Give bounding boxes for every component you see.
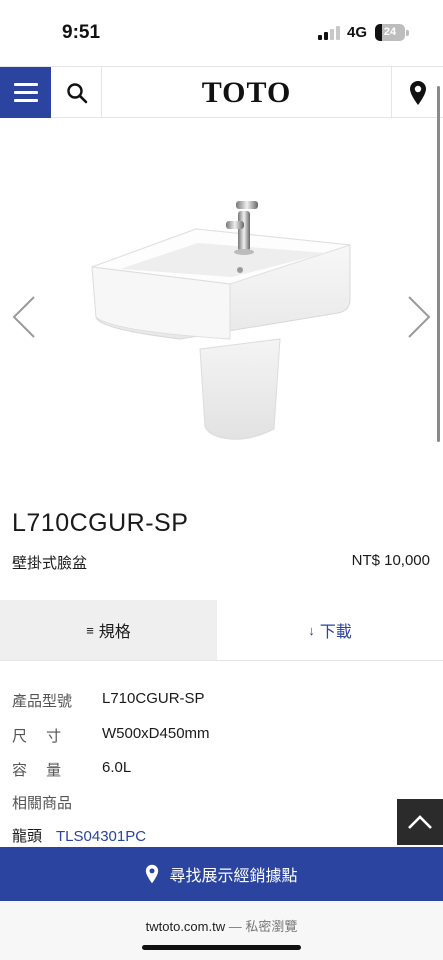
location-pin-icon <box>145 864 159 884</box>
site-header: TOTO <box>0 66 443 118</box>
menu-icon <box>13 83 38 86</box>
tab-specifications-label: 規格 <box>98 624 131 641</box>
spec-key: 產品型號 <box>12 693 73 710</box>
toto-logo[interactable]: TOTO <box>102 67 391 118</box>
search-icon <box>66 82 87 103</box>
spec-value: 6.0L <box>102 759 132 776</box>
product-image <box>80 199 360 449</box>
chevron-up-icon <box>408 815 432 829</box>
search-button[interactable] <box>52 67 102 118</box>
browser-url[interactable]: twtoto.com.tw — 私密瀏覽 <box>0 916 443 935</box>
browser-address-bar[interactable]: twtoto.com.tw — 私密瀏覽 <box>0 901 443 960</box>
related-faucet-key: 龍頭 <box>12 828 43 845</box>
store-location-button[interactable] <box>391 67 443 118</box>
related-faucet-row: 龍頭 TLS04301PC <box>12 825 146 846</box>
gallery-next-button[interactable] <box>405 294 433 345</box>
product-price: NT$ 10,000 <box>351 552 430 569</box>
product-model-title: L710CGUR-SP <box>12 509 189 537</box>
store-locator-button[interactable]: 尋找展示經銷據點 <box>0 847 443 901</box>
battery-level: 24 <box>383 26 397 38</box>
product-gallery <box>0 119 443 499</box>
product-tabs: ≡ 規格 ↓ 下載 <box>0 600 443 661</box>
status-bar: 9:51 4G 24 <box>0 0 443 66</box>
private-browsing-label: — 私密瀏覽 <box>225 919 298 934</box>
back-to-top-button[interactable] <box>397 799 443 845</box>
spec-value: W500xD450mm <box>102 725 210 742</box>
tab-downloads[interactable]: ↓ 下載 <box>217 600 443 660</box>
battery-icon: 24 <box>375 24 405 41</box>
related-products-label: 相關商品 <box>12 795 73 812</box>
location-pin-icon <box>409 80 426 105</box>
spec-key: 尺 寸 <box>12 728 62 745</box>
gallery-prev-button[interactable] <box>10 294 38 345</box>
list-icon: ≡ <box>86 622 94 638</box>
chevron-right-icon <box>408 296 431 338</box>
related-faucet-link[interactable]: TLS04301PC <box>56 828 146 845</box>
network-type: 4G <box>347 24 368 41</box>
tab-downloads-label: 下載 <box>319 624 352 641</box>
spec-key: 容 量 <box>12 762 62 779</box>
tab-specifications[interactable]: ≡ 規格 <box>0 600 217 660</box>
download-icon: ↓ <box>308 622 315 638</box>
signal-icon <box>318 26 340 40</box>
status-time: 9:51 <box>62 22 101 43</box>
home-indicator[interactable] <box>142 945 301 950</box>
url-text: twtoto.com.tw <box>145 919 226 934</box>
store-locator-label: 尋找展示經銷據點 <box>169 868 298 885</box>
menu-button[interactable] <box>0 67 51 118</box>
spec-value: L710CGUR-SP <box>102 690 205 707</box>
chevron-left-icon <box>12 296 35 338</box>
product-type: 壁掛式臉盆 <box>12 555 88 572</box>
